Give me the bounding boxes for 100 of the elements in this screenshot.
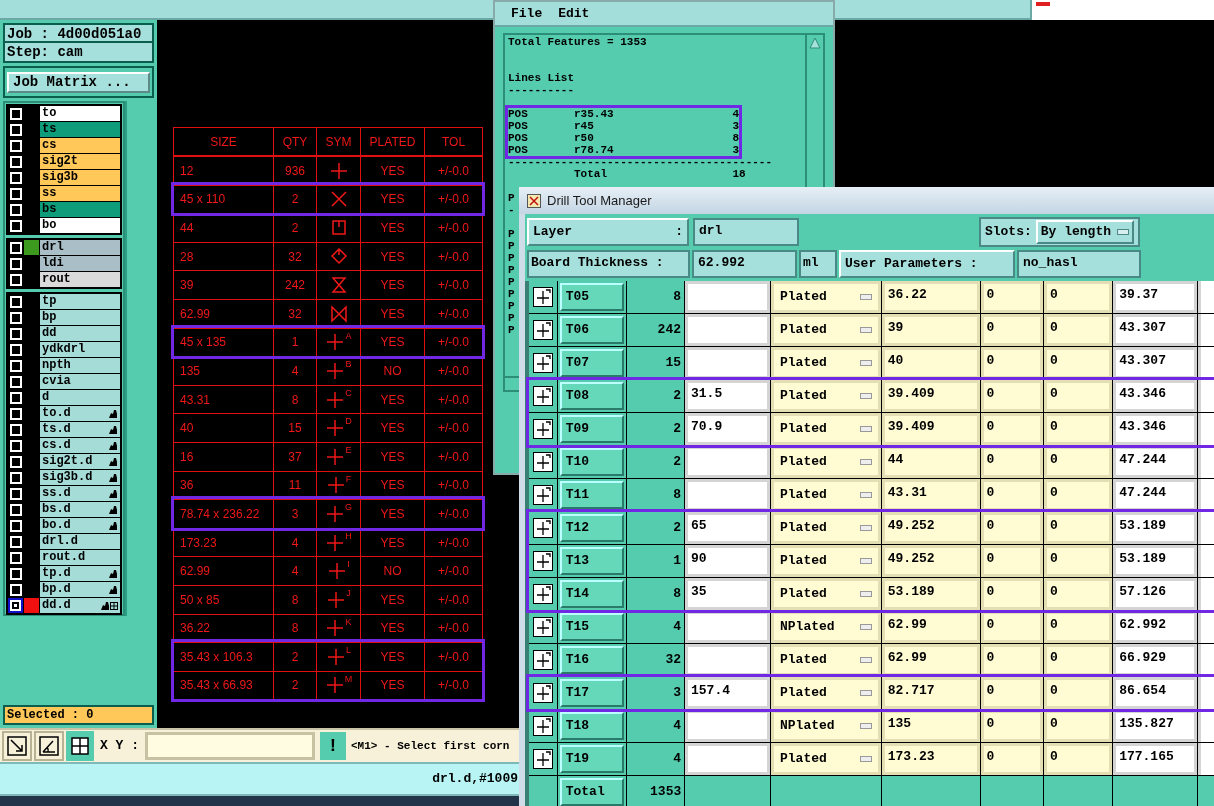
input-field[interactable]: 0 [980,446,1043,478]
input-field[interactable]: 0 [1043,644,1113,676]
input-field[interactable]: 47.244 [1113,446,1198,478]
type-dropdown[interactable]: Plated [771,578,881,610]
layer-item[interactable]: ts [40,122,120,137]
type-dropdown[interactable]: Plated [771,743,881,775]
layer-item[interactable]: sig3b.d [40,470,120,485]
input-field[interactable]: 43.307 [1113,347,1198,379]
layer-item[interactable]: sig2t.d [40,454,120,469]
layer-item[interactable]: cs [40,138,120,153]
input-field[interactable]: 0 [980,644,1043,676]
layer-item[interactable]: drl [40,240,120,255]
input-field[interactable] [1198,512,1214,544]
layer-item[interactable]: ldi [40,256,120,271]
input-field[interactable]: 43.307 [1113,314,1198,346]
input-field[interactable]: 0 [1043,611,1113,643]
input-field[interactable]: 0 [1043,446,1113,478]
input-field[interactable]: 0 [1043,314,1113,346]
layer-item[interactable]: npth [40,358,120,373]
input-field[interactable]: 177.165 [1113,743,1198,775]
layer-item[interactable]: dd [40,326,120,341]
layer-item[interactable]: to.d [40,406,120,421]
input-field[interactable]: 0 [980,743,1043,775]
tool-button[interactable]: T06 [559,316,624,344]
input-field[interactable]: 86.654 [1113,677,1198,709]
input-field[interactable]: 0 [980,314,1043,346]
input-field[interactable]: 47.244 [1113,479,1198,511]
input-field[interactable]: 0 [980,578,1043,610]
input-field[interactable]: 65 [685,512,770,544]
layer-item[interactable]: tp [40,294,120,309]
layer-item[interactable]: d [40,390,120,405]
layer-field[interactable]: drl [693,218,799,246]
alert-button[interactable]: ! [320,732,346,760]
type-dropdown[interactable]: Plated [771,281,881,313]
input-field[interactable]: 43.31 [881,479,980,511]
layer-item[interactable]: cvia [40,374,120,389]
input-field[interactable]: 36.22 [881,281,980,313]
layer-item[interactable]: dd.d [40,598,120,613]
input-field[interactable]: 53.189 [1113,545,1198,577]
input-field[interactable] [1198,446,1214,478]
input-field[interactable]: 0 [980,512,1043,544]
layer-item[interactable]: ts.d [40,422,120,437]
input-field[interactable] [1198,281,1214,313]
input-field[interactable]: 0 [980,380,1043,412]
layer-item[interactable]: bs [40,202,120,217]
input-field[interactable]: 0 [1043,743,1113,775]
input-field[interactable]: 0 [980,677,1043,709]
tool-button[interactable]: T18 [559,712,624,740]
input-field[interactable]: 62.99 [881,644,980,676]
input-field[interactable]: 39 [881,314,980,346]
input-field[interactable]: 0 [1043,380,1113,412]
layer-item[interactable]: bp.d [40,582,120,597]
coordinate-field[interactable] [145,732,315,760]
layer-item[interactable]: bo.d [40,518,120,533]
input-field[interactable]: 82.717 [881,677,980,709]
input-field[interactable]: 43.346 [1113,413,1198,445]
type-dropdown[interactable]: Plated [771,512,881,544]
type-dropdown[interactable]: Plated [771,644,881,676]
input-field[interactable] [1198,314,1214,346]
type-dropdown[interactable]: Plated [771,446,881,478]
input-field[interactable]: 0 [980,545,1043,577]
input-field[interactable] [685,281,770,313]
input-field[interactable] [1198,380,1214,412]
type-dropdown[interactable]: NPlated [771,710,881,742]
tool-button[interactable]: T07 [559,349,624,377]
input-field[interactable] [685,479,770,511]
menu-item[interactable]: File [511,3,543,24]
input-field[interactable]: 173.23 [881,743,980,775]
input-field[interactable]: 44 [881,446,980,478]
input-field[interactable]: 39.37 [1113,281,1198,313]
input-field[interactable]: 66.929 [1113,644,1198,676]
layer-item[interactable]: tp.d [40,566,120,581]
layer-item[interactable]: drl.d [40,534,120,549]
input-field[interactable]: 31.5 [685,380,770,412]
input-field[interactable]: 0 [980,413,1043,445]
tool-button[interactable]: T17 [559,679,624,707]
input-field[interactable]: 135.827 [1113,710,1198,742]
input-field[interactable]: 40 [881,347,980,379]
input-field[interactable]: 35 [685,578,770,610]
input-field[interactable]: 157.4 [685,677,770,709]
input-field[interactable]: 0 [980,611,1043,643]
input-field[interactable]: 0 [980,479,1043,511]
tool-button[interactable]: T08 [559,382,624,410]
user-parameters-field[interactable]: no_hasl [1017,250,1141,278]
input-field[interactable] [1198,644,1214,676]
input-field[interactable] [1198,347,1214,379]
layer-item[interactable]: bo [40,218,120,233]
input-field[interactable]: 57.126 [1113,578,1198,610]
input-field[interactable]: 39.409 [881,413,980,445]
input-field[interactable]: 0 [1043,413,1113,445]
input-field[interactable]: 0 [980,281,1043,313]
input-field[interactable]: 0 [1043,512,1113,544]
tool-button[interactable]: T12 [559,514,624,542]
layer-checkbox[interactable] [8,598,23,613]
job-matrix-button[interactable]: Job Matrix ... [7,71,150,93]
layer-item[interactable]: bs.d [40,502,120,517]
input-field[interactable]: 62.99 [881,611,980,643]
input-field[interactable]: 49.252 [881,545,980,577]
type-dropdown[interactable]: Plated [771,677,881,709]
input-field[interactable]: 90 [685,545,770,577]
